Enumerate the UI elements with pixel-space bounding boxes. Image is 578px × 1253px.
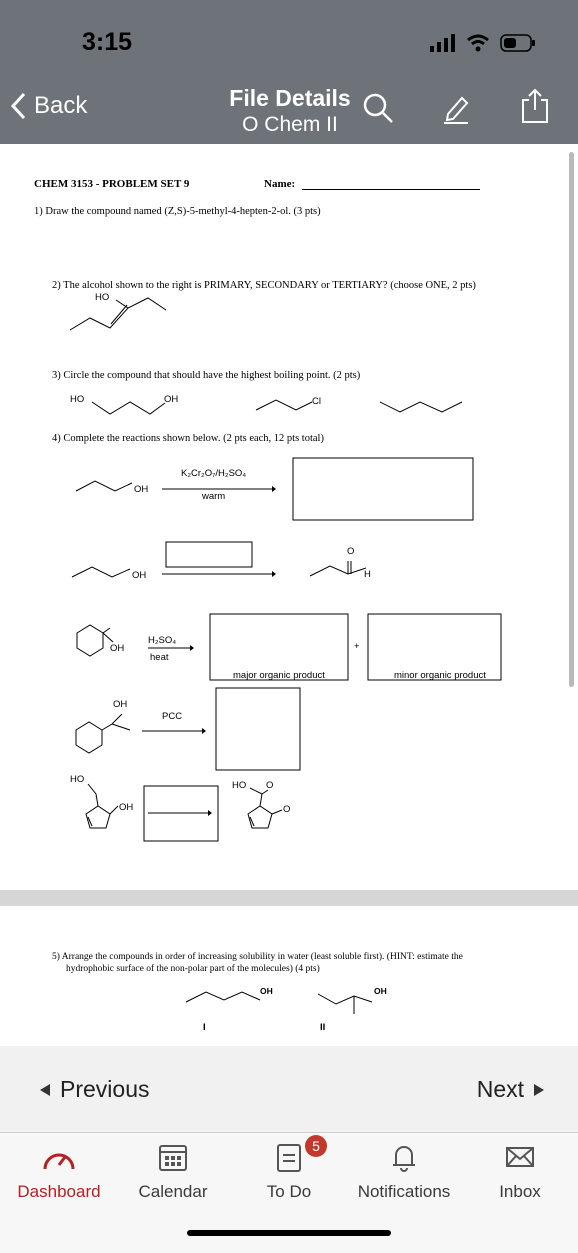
tab-todo-label: To Do — [266, 1182, 312, 1201]
scrollbar[interactable] — [569, 152, 574, 687]
page-title-main: File Details — [229, 85, 351, 111]
back-label: Back — [34, 92, 88, 119]
tab-calendar[interactable]: Calendar — [132, 1141, 214, 1202]
page-subtitle: O Chem II — [242, 113, 338, 136]
tab-dashboard[interactable]: Dashboard — [14, 1141, 104, 1202]
tab-dashboard-label: Dashboard — [17, 1182, 101, 1201]
label-minor-product: minor organic product — [394, 670, 486, 681]
bell-icon — [393, 1146, 415, 1172]
document-viewer[interactable]: CHEM 3153 - PROBLEM SET 9 Name: 1) Draw … — [0, 144, 578, 1044]
battery-icon — [500, 34, 535, 52]
label-oh-q3a: OH — [164, 394, 179, 405]
label-oh-r1: OH — [134, 484, 149, 495]
triangle-left-icon — [40, 1083, 50, 1096]
tab-calendar-label: Calendar — [138, 1182, 208, 1201]
tab-notifications[interactable]: Notifications — [350, 1141, 458, 1202]
label-o-r2: O — [347, 546, 355, 557]
label-oh-q5a: OH — [260, 986, 273, 996]
tab-inbox-label: Inbox — [499, 1182, 541, 1201]
label-h-r2: H — [364, 569, 371, 580]
next-label: Next — [476, 1076, 524, 1102]
next-button[interactable]: Next — [477, 1076, 544, 1103]
cellular-signal-icon — [430, 34, 455, 52]
label-plus: + — [354, 641, 360, 652]
label-roman-1: I — [203, 1022, 206, 1033]
home-indicator[interactable] — [187, 1230, 391, 1236]
label-ho-q3a: HO — [70, 394, 85, 405]
triangle-right-icon — [534, 1083, 544, 1096]
label-reagent-r1: K₂Cr₂O₇/H₂SO₄ — [181, 468, 247, 479]
pager-bar: Previous Next — [0, 1046, 578, 1133]
label-oh-r3: OH — [110, 643, 125, 654]
label-heat: heat — [150, 652, 169, 663]
label-ho-r5: HO — [70, 774, 85, 785]
label-oh-q5b: OH — [374, 986, 387, 996]
calendar-icon — [159, 1145, 187, 1171]
label-ho-r5-product: HO — [232, 780, 247, 791]
label-oh-r5: OH — [119, 802, 134, 813]
label-o-r5-product: O — [266, 780, 274, 791]
question-5-line1: 5) Arrange the compounds in order of inc… — [52, 952, 463, 962]
chem-structures — [69, 297, 502, 1014]
question-5-line2: hydrophobic surface of the non-polar par… — [66, 964, 320, 974]
share-icon[interactable] — [520, 88, 550, 124]
annotate-pen-icon[interactable] — [440, 92, 472, 124]
label-oh-r2: OH — [132, 570, 147, 581]
label-warm: warm — [202, 491, 226, 502]
previous-label: Previous — [60, 1076, 150, 1102]
label-cl-q3b: Cl — [312, 396, 321, 407]
label-roman-2: II — [320, 1022, 326, 1033]
label-ho-q2: HO — [95, 292, 110, 303]
status-time: 3:15 — [82, 28, 133, 56]
label-o2-r5-product: O — [283, 804, 291, 815]
tab-inbox[interactable]: Inbox — [494, 1141, 546, 1202]
back-button[interactable]: Back — [10, 92, 87, 120]
search-icon[interactable] — [362, 92, 394, 124]
tab-notifications-label: Notifications — [357, 1182, 451, 1201]
page-title: File Details O Chem II — [205, 84, 375, 138]
dashboard-gauge-icon — [43, 1153, 75, 1170]
previous-button[interactable]: Previous — [40, 1076, 149, 1103]
todo-clipboard-icon — [277, 1144, 301, 1172]
label-h2so4: H₂SO₄ — [148, 635, 177, 646]
label-pcc: PCC — [162, 711, 183, 722]
wifi-icon — [467, 34, 489, 52]
inbox-envelope-icon — [506, 1147, 534, 1167]
chevron-left-icon — [10, 92, 26, 120]
top-bar: 3:15 Back File Details O Chem II — [0, 0, 578, 144]
page-separator — [0, 890, 578, 906]
label-oh-r4: OH — [113, 699, 128, 710]
label-major-product: major organic product — [233, 670, 325, 681]
todo-count-badge: 5 — [305, 1135, 327, 1157]
status-icons — [430, 30, 536, 56]
